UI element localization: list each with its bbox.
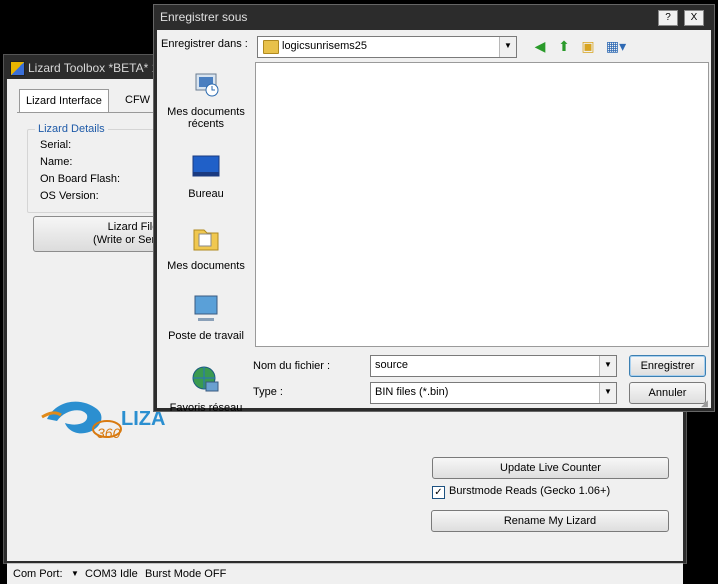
- chevron-down-icon[interactable]: ▼: [599, 383, 616, 403]
- filetype-value: BIN files (*.bin): [375, 386, 449, 398]
- place-my-computer[interactable]: Poste de travail: [163, 292, 249, 342]
- recent-documents-icon: [195, 73, 219, 97]
- help-button[interactable]: ?: [658, 10, 678, 26]
- filetype-label: Type :: [253, 386, 283, 398]
- burstmode-label: Burstmode Reads (Gecko 1.06+): [449, 485, 611, 497]
- com-port-dropdown-icon[interactable]: ▼: [71, 564, 79, 584]
- os-version-label: OS Version:: [40, 190, 99, 202]
- filetype-select[interactable]: BIN files (*.bin) ▼: [370, 382, 617, 404]
- up-folder-icon[interactable]: ⬆: [555, 37, 573, 55]
- lookin-dropdown[interactable]: logicsunrisems25 ▼: [257, 36, 517, 58]
- place-my-computer-label: Poste de travail: [168, 330, 244, 342]
- burstmode-checkbox-row[interactable]: ✓ Burstmode Reads (Gecko 1.06+): [432, 484, 672, 500]
- com-port-value[interactable]: COM3: [85, 564, 117, 584]
- dialog-titlebar[interactable]: Enregistrer sous ? X: [154, 5, 714, 29]
- filename-value: source: [375, 359, 409, 371]
- lookin-value: logicsunrisems25: [282, 40, 367, 52]
- place-recent-documents-label: Mes documents récents: [167, 106, 245, 130]
- filename-field[interactable]: source ▼: [370, 355, 617, 377]
- my-documents-icon: [193, 229, 219, 251]
- my-computer-icon: [194, 295, 218, 321]
- place-my-documents[interactable]: Mes documents: [163, 222, 249, 272]
- new-folder-icon[interactable]: ▣: [579, 37, 597, 55]
- places-bar: Mes documents récents Bureau Mes documen…: [163, 64, 249, 414]
- place-recent-documents[interactable]: Mes documents récents: [163, 68, 249, 130]
- save-as-dialog: Enregistrer sous ? X Enregistrer dans : …: [153, 4, 715, 414]
- place-desktop-label: Bureau: [188, 188, 224, 200]
- desktop-icon: [192, 155, 220, 177]
- rename-lizard-button[interactable]: Rename My Lizard: [431, 510, 669, 532]
- dialog-title: Enregistrer sous: [160, 10, 248, 24]
- place-network[interactable]: Favoris réseau: [163, 364, 249, 414]
- place-desktop[interactable]: Bureau: [163, 150, 249, 200]
- tab-lizard-interface[interactable]: Lizard Interface: [19, 89, 109, 112]
- resize-grip-icon[interactable]: ◢: [701, 398, 711, 408]
- onboard-flash-label: On Board Flash:: [40, 173, 121, 185]
- name-label: Name:: [40, 156, 73, 168]
- serial-label: Serial:: [40, 139, 72, 151]
- file-list[interactable]: [255, 62, 709, 347]
- status-bar: Com Port: ▼ COM3 Idle Burst Mode OFF: [7, 563, 683, 584]
- chevron-down-icon[interactable]: ▼: [599, 356, 616, 376]
- dialog-client-area: Enregistrer dans : logicsunrisems25 ▼ ◀ …: [157, 30, 711, 414]
- network-icon: [192, 366, 219, 392]
- back-icon[interactable]: ◀: [531, 37, 549, 55]
- cancel-button[interactable]: Annuler: [629, 382, 706, 404]
- place-network-label: Favoris réseau: [169, 402, 243, 414]
- update-live-counter-button[interactable]: Update Live Counter: [432, 457, 669, 479]
- app-icon: [10, 61, 25, 76]
- lookin-label: Enregistrer dans :: [161, 38, 248, 50]
- close-button[interactable]: X: [684, 10, 704, 26]
- chevron-down-icon[interactable]: ▼: [499, 37, 516, 57]
- window-title: Lizard Toolbox *BETA* 1.0: [28, 61, 169, 75]
- logo-sub-text: 360: [97, 425, 121, 441]
- view-menu-icon[interactable]: ▦▾: [603, 37, 629, 55]
- save-button[interactable]: Enregistrer: [629, 355, 706, 377]
- burstmode-checkbox[interactable]: ✓: [432, 486, 445, 499]
- filename-label: Nom du fichier :: [253, 360, 331, 372]
- place-my-documents-label: Mes documents: [167, 260, 245, 272]
- lizard-details-label: Lizard Details: [35, 123, 108, 135]
- status-state: Idle: [120, 568, 138, 580]
- folder-icon: [263, 40, 279, 54]
- burst-mode-status: Burst Mode OFF: [145, 568, 227, 580]
- com-port-label: Com Port:: [13, 568, 63, 580]
